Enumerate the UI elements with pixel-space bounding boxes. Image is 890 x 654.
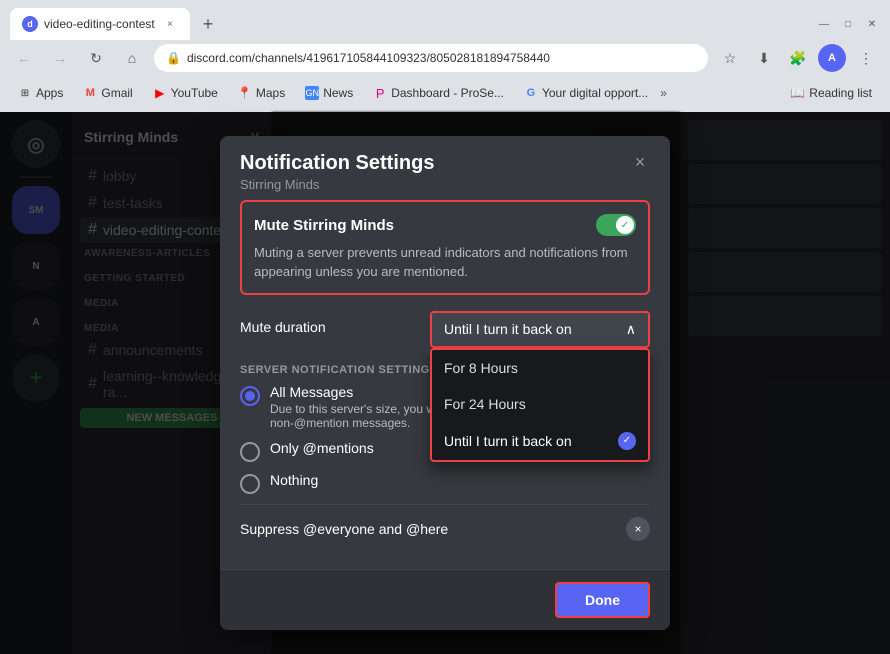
gmail-icon: M xyxy=(83,86,97,100)
back-button[interactable]: ← xyxy=(10,44,38,72)
close-window-button[interactable]: ✕ xyxy=(864,16,880,32)
dialog-footer: Done xyxy=(220,569,670,630)
address-bar[interactable]: 🔒 discord.com/channels/41961710584410932… xyxy=(154,44,708,72)
bookmark-news[interactable]: GN News xyxy=(297,83,361,103)
mute-duration-label: Mute duration xyxy=(240,311,326,335)
notif-option-nothing[interactable]: Nothing xyxy=(240,472,650,494)
radio-nothing[interactable] xyxy=(240,474,260,494)
new-tab-button[interactable]: + xyxy=(194,10,222,38)
extensions-button[interactable]: 🧩 xyxy=(784,44,812,72)
mute-duration-row: Mute duration Until I turn it back on ∧ … xyxy=(240,311,650,348)
reading-list-icon: 📖 xyxy=(790,86,805,100)
apps-label: Apps xyxy=(36,86,63,100)
title-bar: d video-editing-contest × + — □ ✕ xyxy=(0,0,890,40)
radio-mentions[interactable] xyxy=(240,442,260,462)
duration-option-label: For 24 Hours xyxy=(444,396,526,412)
duration-selected-text: Until I turn it back on xyxy=(444,321,572,337)
dialog-title: Notification Settings xyxy=(240,152,650,175)
reading-list-button[interactable]: 📖 Reading list xyxy=(782,83,880,103)
dialog-body: Mute Stirring Minds ✓ Muting a server pr… xyxy=(220,200,670,568)
bookmark-google[interactable]: G Your digital opport... xyxy=(516,83,656,103)
duration-dropdown[interactable]: Until I turn it back on ∧ For 8 Hours Fo… xyxy=(430,311,650,348)
nav-bar: ← → ↻ ⌂ 🔒 discord.com/channels/419617105… xyxy=(0,40,890,76)
refresh-button[interactable]: ↻ xyxy=(82,44,110,72)
radio-all-messages[interactable] xyxy=(240,386,260,406)
duration-option-label: For 8 Hours xyxy=(444,360,518,376)
checkmark-icon: ✓ xyxy=(618,432,636,450)
bookmarks-bar: ⊞ Apps M Gmail ▶ YouTube 📍 Maps GN News … xyxy=(0,76,890,110)
news-label: News xyxy=(323,86,353,100)
menu-button[interactable]: ⋮ xyxy=(852,44,880,72)
news-icon: GN xyxy=(305,86,319,100)
duration-option-24h[interactable]: For 24 Hours xyxy=(432,386,648,422)
mute-label: Mute Stirring Minds xyxy=(254,217,394,234)
mute-section: Mute Stirring Minds ✓ Muting a server pr… xyxy=(240,200,650,294)
gmail-label: Gmail xyxy=(101,86,132,100)
dialog-subtitle: Stirring Minds xyxy=(240,177,650,192)
suppress-label: Suppress @everyone and @here xyxy=(240,521,448,537)
discord-app: ◎ SM N A + Stirring Minds ∨ # lobby # te… xyxy=(0,112,890,654)
bookmark-apps[interactable]: ⊞ Apps xyxy=(10,83,71,103)
tab-title: video-editing-contest xyxy=(44,17,156,31)
notif-label-mentions: Only @mentions xyxy=(270,440,374,456)
youtube-label: YouTube xyxy=(171,86,218,100)
mute-toggle[interactable]: ✓ xyxy=(596,214,636,236)
url-text: discord.com/channels/419617105844109323/… xyxy=(187,51,550,65)
tab-favicon: d xyxy=(22,16,38,32)
toggle-knob: ✓ xyxy=(616,216,634,234)
modal-overlay: Notification Settings Stirring Minds × M… xyxy=(0,112,890,654)
tab-close-button[interactable]: × xyxy=(162,16,178,32)
forward-button[interactable]: → xyxy=(46,44,74,72)
apps-icon: ⊞ xyxy=(18,86,32,100)
mute-description: Muting a server prevents unread indicato… xyxy=(254,244,636,280)
mute-header: Mute Stirring Minds ✓ xyxy=(254,214,636,236)
duration-selected[interactable]: Until I turn it back on ∧ xyxy=(430,311,650,348)
lock-icon: 🔒 xyxy=(166,51,181,65)
youtube-icon: ▶ xyxy=(153,86,167,100)
duration-dropdown-menu: For 8 Hours For 24 Hours Until I turn it… xyxy=(430,348,650,462)
nav-icons: ☆ ⬇ 🧩 A ⋮ xyxy=(716,44,880,72)
notification-dialog: Notification Settings Stirring Minds × M… xyxy=(220,136,670,629)
bookmark-youtube[interactable]: ▶ YouTube xyxy=(145,83,226,103)
notif-option-content: Nothing xyxy=(270,472,318,488)
dialog-header: Notification Settings Stirring Minds xyxy=(220,136,670,200)
tab-bar: d video-editing-contest × + xyxy=(10,8,222,40)
bookmark-dashboard[interactable]: P Dashboard - ProSe... xyxy=(365,83,512,103)
download-button[interactable]: ⬇ xyxy=(750,44,778,72)
google-icon: G xyxy=(524,86,538,100)
window-controls: — □ ✕ xyxy=(816,16,880,32)
dashboard-label: Dashboard - ProSe... xyxy=(391,86,504,100)
duration-option-8h[interactable]: For 8 Hours xyxy=(432,350,648,386)
radio-inner xyxy=(245,391,255,401)
suppress-row: Suppress @everyone and @here × xyxy=(240,504,650,553)
suppress-close-button[interactable]: × xyxy=(626,517,650,541)
maps-icon: 📍 xyxy=(238,86,252,100)
more-bookmarks-button[interactable]: » xyxy=(660,86,667,100)
google-label: Your digital opport... xyxy=(542,86,648,100)
active-tab[interactable]: d video-editing-contest × xyxy=(10,8,190,40)
chevron-up-icon: ∧ xyxy=(626,321,636,338)
bookmark-gmail[interactable]: M Gmail xyxy=(75,83,140,103)
reading-list-label: Reading list xyxy=(809,86,872,100)
bookmark-maps[interactable]: 📍 Maps xyxy=(230,83,293,103)
done-button[interactable]: Done xyxy=(555,582,650,618)
duration-option-label: Until I turn it back on xyxy=(444,433,572,449)
dashboard-icon: P xyxy=(373,86,387,100)
maps-label: Maps xyxy=(256,86,285,100)
notif-option-content: Only @mentions xyxy=(270,440,374,456)
minimize-button[interactable]: — xyxy=(816,16,832,32)
notif-label-nothing: Nothing xyxy=(270,472,318,488)
star-button[interactable]: ☆ xyxy=(716,44,744,72)
toggle-checkmark: ✓ xyxy=(621,220,629,231)
browser-chrome: d video-editing-contest × + — □ ✕ ← → ↻ … xyxy=(0,0,890,112)
profile-button[interactable]: A xyxy=(818,44,846,72)
duration-option-until[interactable]: Until I turn it back on ✓ xyxy=(432,422,648,460)
maximize-button[interactable]: □ xyxy=(840,16,856,32)
home-button[interactable]: ⌂ xyxy=(118,44,146,72)
